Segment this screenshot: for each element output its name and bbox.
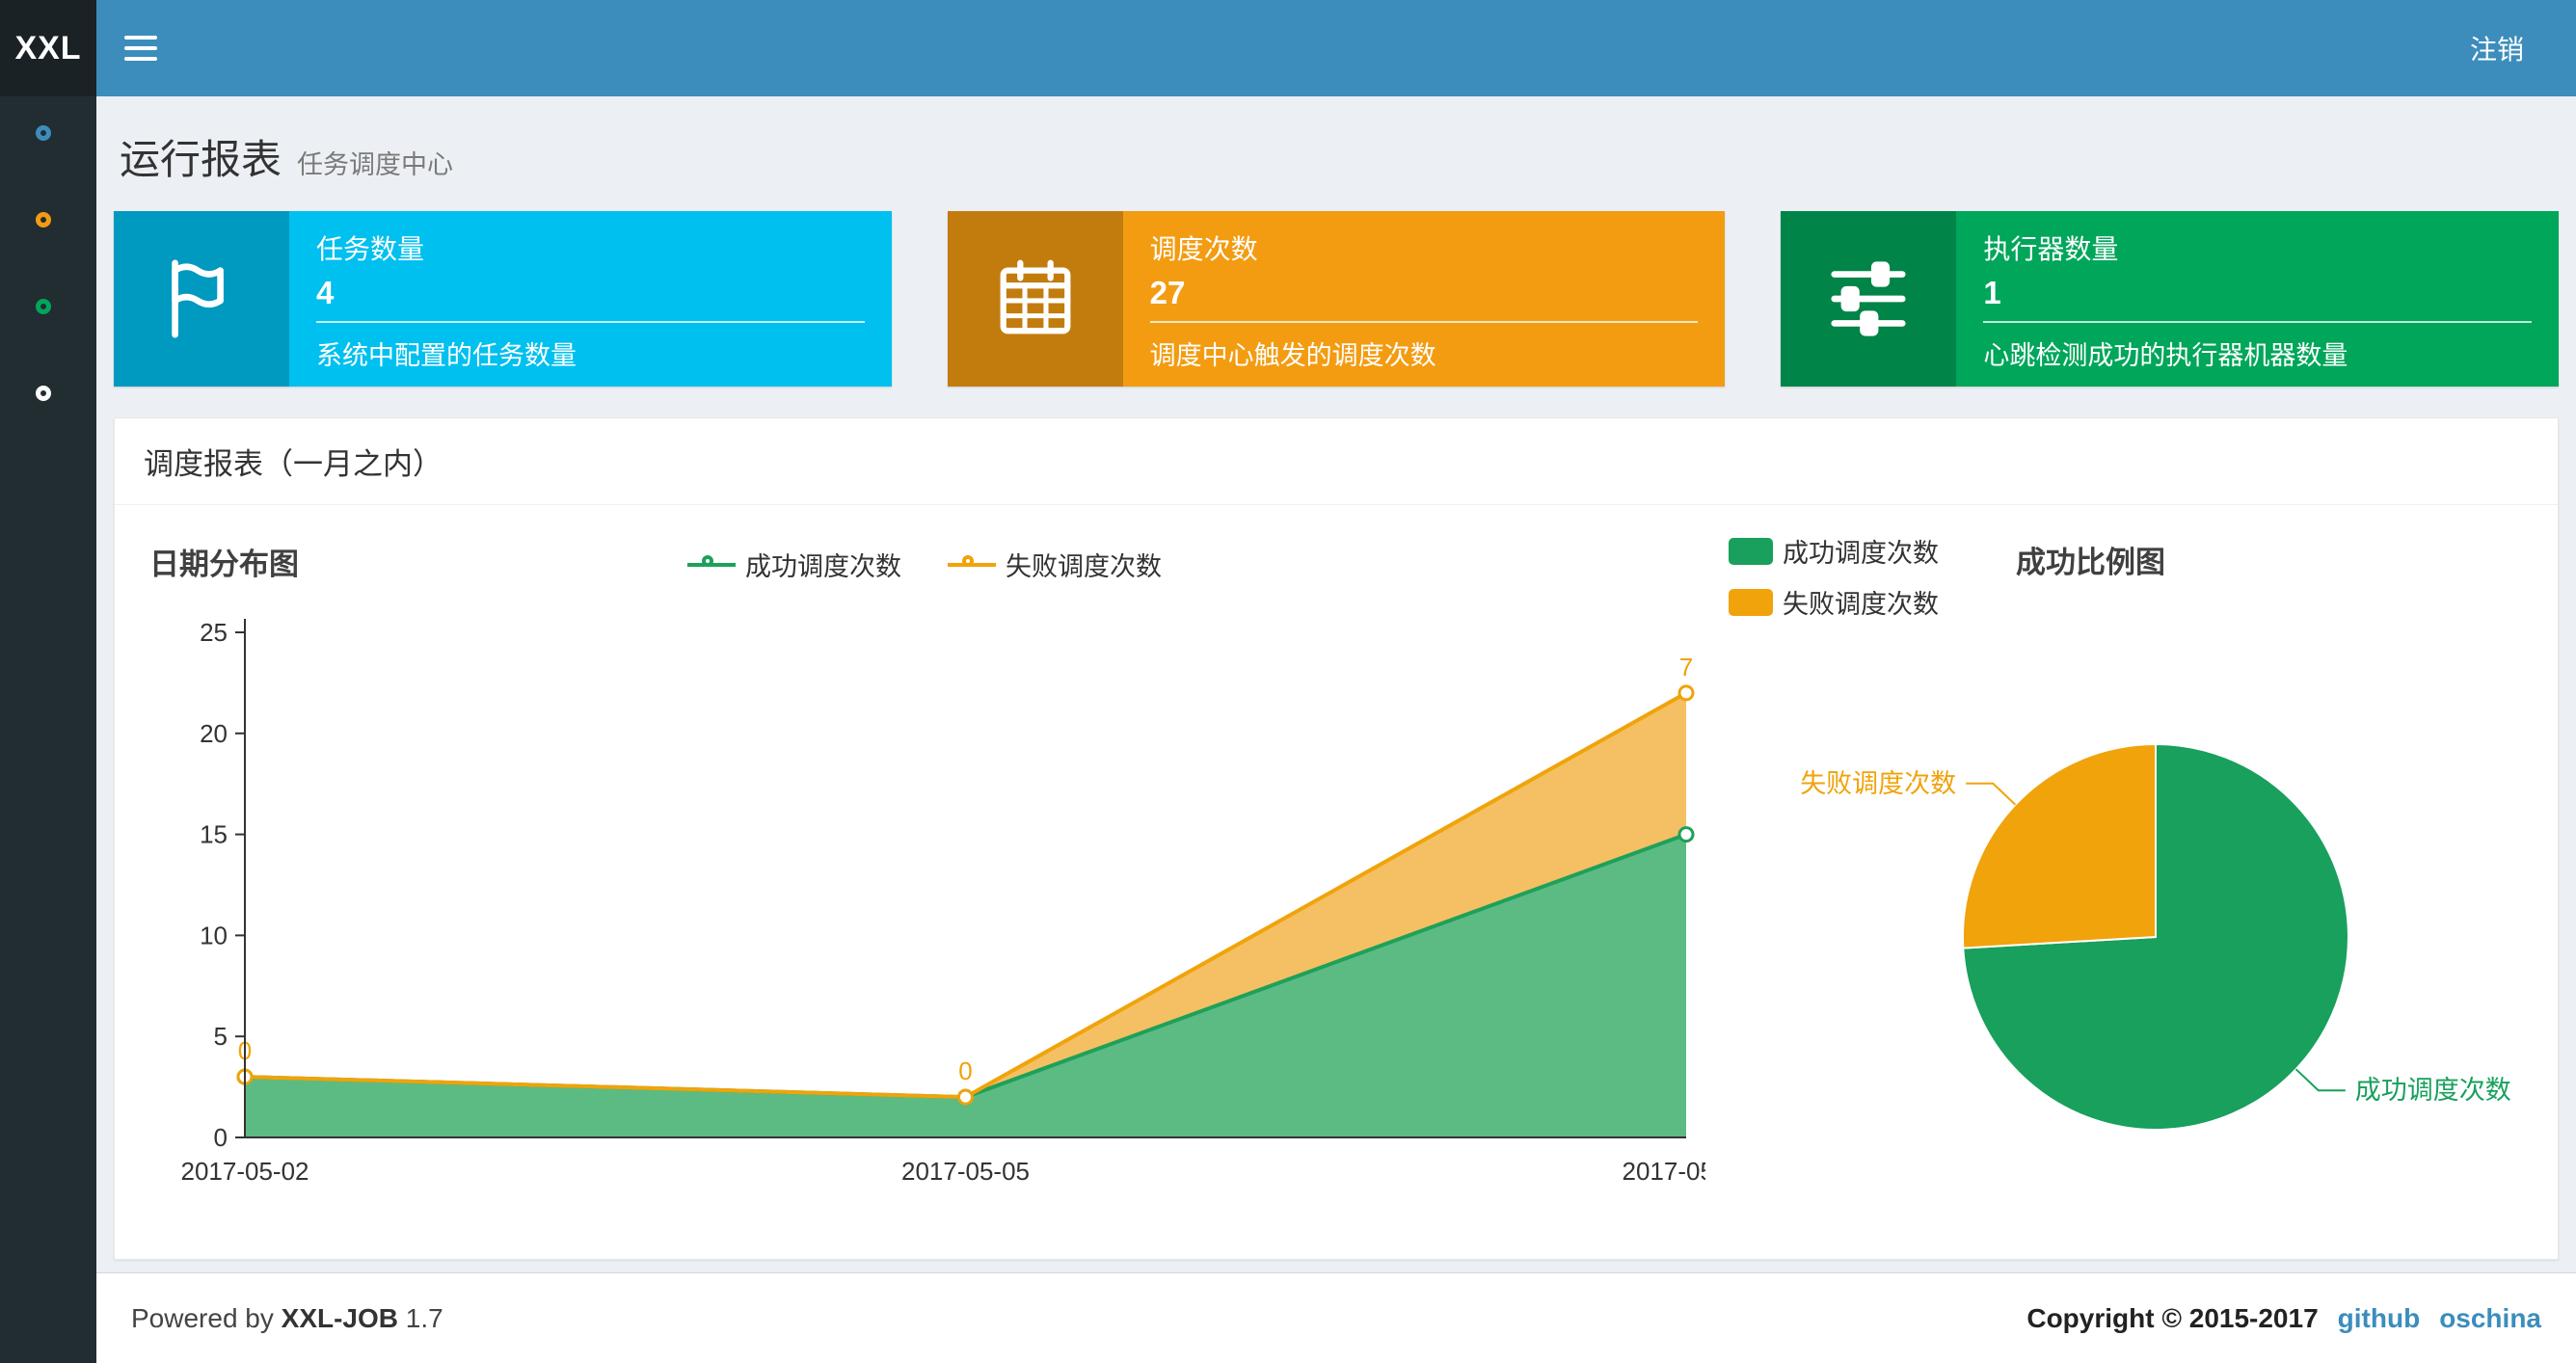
powered-prefix: Powered by xyxy=(131,1302,274,1333)
date-distribution-chart: 日期分布图 成功调度次数失败调度次数 00705101520252017-05-… xyxy=(144,524,1705,1230)
page-subtitle: 任务调度中心 xyxy=(297,150,454,179)
circle-icon xyxy=(36,125,51,141)
info-box-jobs: 任务数量 4 系统中配置的任务数量 xyxy=(114,211,892,387)
pie-slice-label: 成功调度次数 xyxy=(2355,1076,2511,1105)
footer-right: Copyright © 2015-2017 github oschina xyxy=(2026,1303,2541,1334)
sliders-icon xyxy=(1831,261,1906,336)
page-title: 运行报表 xyxy=(120,137,282,182)
flag-icon xyxy=(172,259,224,338)
svg-text:20: 20 xyxy=(200,719,228,748)
panel-body: 日期分布图 成功调度次数失败调度次数 00705101520252017-05-… xyxy=(115,505,2558,1259)
sidebar-item-3[interactable] xyxy=(36,299,61,324)
legend-label: 成功调度次数 xyxy=(1783,539,1939,568)
panel-title: 调度报表（一月之内） xyxy=(115,418,2558,505)
info-box-icon-area xyxy=(1781,211,1957,387)
product-name: XXL-JOB xyxy=(281,1302,399,1333)
page-footer: Powered by XXL-JOB 1.7 Copyright © 2015-… xyxy=(96,1272,2576,1363)
hamburger-icon xyxy=(124,36,157,40)
svg-text:2017-05-02: 2017-05-02 xyxy=(181,1157,309,1186)
product-version: 1.7 xyxy=(405,1302,443,1333)
report-panel: 调度报表（一月之内） 日期分布图 成功调度次数失败调度次数 0070510152… xyxy=(114,417,2559,1260)
app-logo: XXL xyxy=(0,0,96,96)
sidebar-item-2[interactable] xyxy=(36,212,61,237)
divider xyxy=(1149,321,1699,323)
sidebar-toggle-button[interactable] xyxy=(96,0,185,96)
success-ratio-chart: 成功调度次数 失败调度次数 成功比例图 成功调度次数 失败调度次数 xyxy=(1705,524,2529,1230)
svg-text:0: 0 xyxy=(214,1123,228,1152)
github-link[interactable]: github xyxy=(2338,1303,2421,1334)
circle-icon xyxy=(36,212,51,227)
info-box-title: 执行器数量 xyxy=(1983,234,2119,264)
svg-text:2017-05-08: 2017-05-08 xyxy=(1623,1157,1706,1186)
pie-slice[interactable] xyxy=(1961,742,2157,949)
logout-button[interactable]: 注销 xyxy=(2458,21,2536,75)
info-box-value: 27 xyxy=(1149,275,1186,310)
line-chart-svg: 00705101520252017-05-022017-05-052017-05… xyxy=(181,618,1706,1186)
powered-by: Powered by XXL-JOB 1.7 xyxy=(131,1303,443,1334)
hamburger-icon xyxy=(124,57,157,61)
sidebar-item-1[interactable] xyxy=(36,125,61,150)
divider xyxy=(1983,321,2533,323)
calendar-icon xyxy=(1000,259,1071,334)
info-box-description: 系统中配置的任务数量 xyxy=(316,341,577,370)
info-box-icon-area xyxy=(114,211,289,387)
legend-line-icon xyxy=(948,554,996,572)
legend-swatch-icon xyxy=(1729,537,1773,565)
svg-text:10: 10 xyxy=(200,921,228,949)
svg-text:7: 7 xyxy=(1679,653,1693,682)
copyright-text: Copyright © 2015-2017 xyxy=(2026,1302,2319,1333)
info-box-value: 1 xyxy=(1983,275,2001,310)
svg-text:15: 15 xyxy=(200,820,228,849)
info-box-title: 任务数量 xyxy=(316,234,425,264)
info-box-title: 调度次数 xyxy=(1149,234,1258,264)
divider xyxy=(316,321,865,323)
info-box-value: 4 xyxy=(316,275,335,310)
hamburger-icon xyxy=(124,46,157,50)
oschina-link[interactable]: oschina xyxy=(2439,1303,2541,1334)
svg-text:25: 25 xyxy=(200,618,228,647)
svg-text:2017-05-05: 2017-05-05 xyxy=(901,1157,1030,1186)
info-box-row: 任务数量 4 系统中配置的任务数量 调度次数 27 调度中心触发的调度次数 执行… xyxy=(114,211,2560,387)
pie-slice-label: 失败调度次数 xyxy=(1800,769,1956,798)
info-box-content: 调度次数 27 调度中心触发的调度次数 xyxy=(1123,211,1726,387)
info-box-icon-area xyxy=(947,211,1123,387)
collapsed-sidebar xyxy=(0,96,96,1363)
info-box-content: 执行器数量 1 心跳检测成功的执行器机器数量 xyxy=(1956,211,2559,387)
info-box-description: 心跳检测成功的执行器机器数量 xyxy=(1983,341,2348,370)
info-box-triggers: 调度次数 27 调度中心触发的调度次数 xyxy=(947,211,1726,387)
legend-item[interactable]: 成功调度次数 xyxy=(1729,532,1939,570)
pie-chart-title: 成功比例图 xyxy=(2016,546,2165,579)
navbar: 注销 xyxy=(96,0,2576,96)
info-box-description: 调度中心触发的调度次数 xyxy=(1149,341,1436,370)
top-navbar: XXL 注销 xyxy=(0,0,2576,96)
content-area: 运行报表 任务调度中心 任务数量 4 系统中配置的任务数量 调度次数 27 调度… xyxy=(96,96,2576,1272)
legend-line-icon xyxy=(687,554,736,572)
info-box-content: 任务数量 4 系统中配置的任务数量 xyxy=(289,211,892,387)
info-box-executors: 执行器数量 1 心跳检测成功的执行器机器数量 xyxy=(1781,211,2560,387)
svg-text:5: 5 xyxy=(214,1022,228,1051)
svg-text:0: 0 xyxy=(958,1056,972,1085)
circle-icon xyxy=(36,386,51,401)
pie-chart-svg: 成功调度次数 失败调度次数 xyxy=(1800,742,2511,1131)
circle-icon xyxy=(36,299,51,314)
page-header: 运行报表 任务调度中心 xyxy=(112,121,2561,211)
sidebar-item-4[interactable] xyxy=(36,386,61,411)
